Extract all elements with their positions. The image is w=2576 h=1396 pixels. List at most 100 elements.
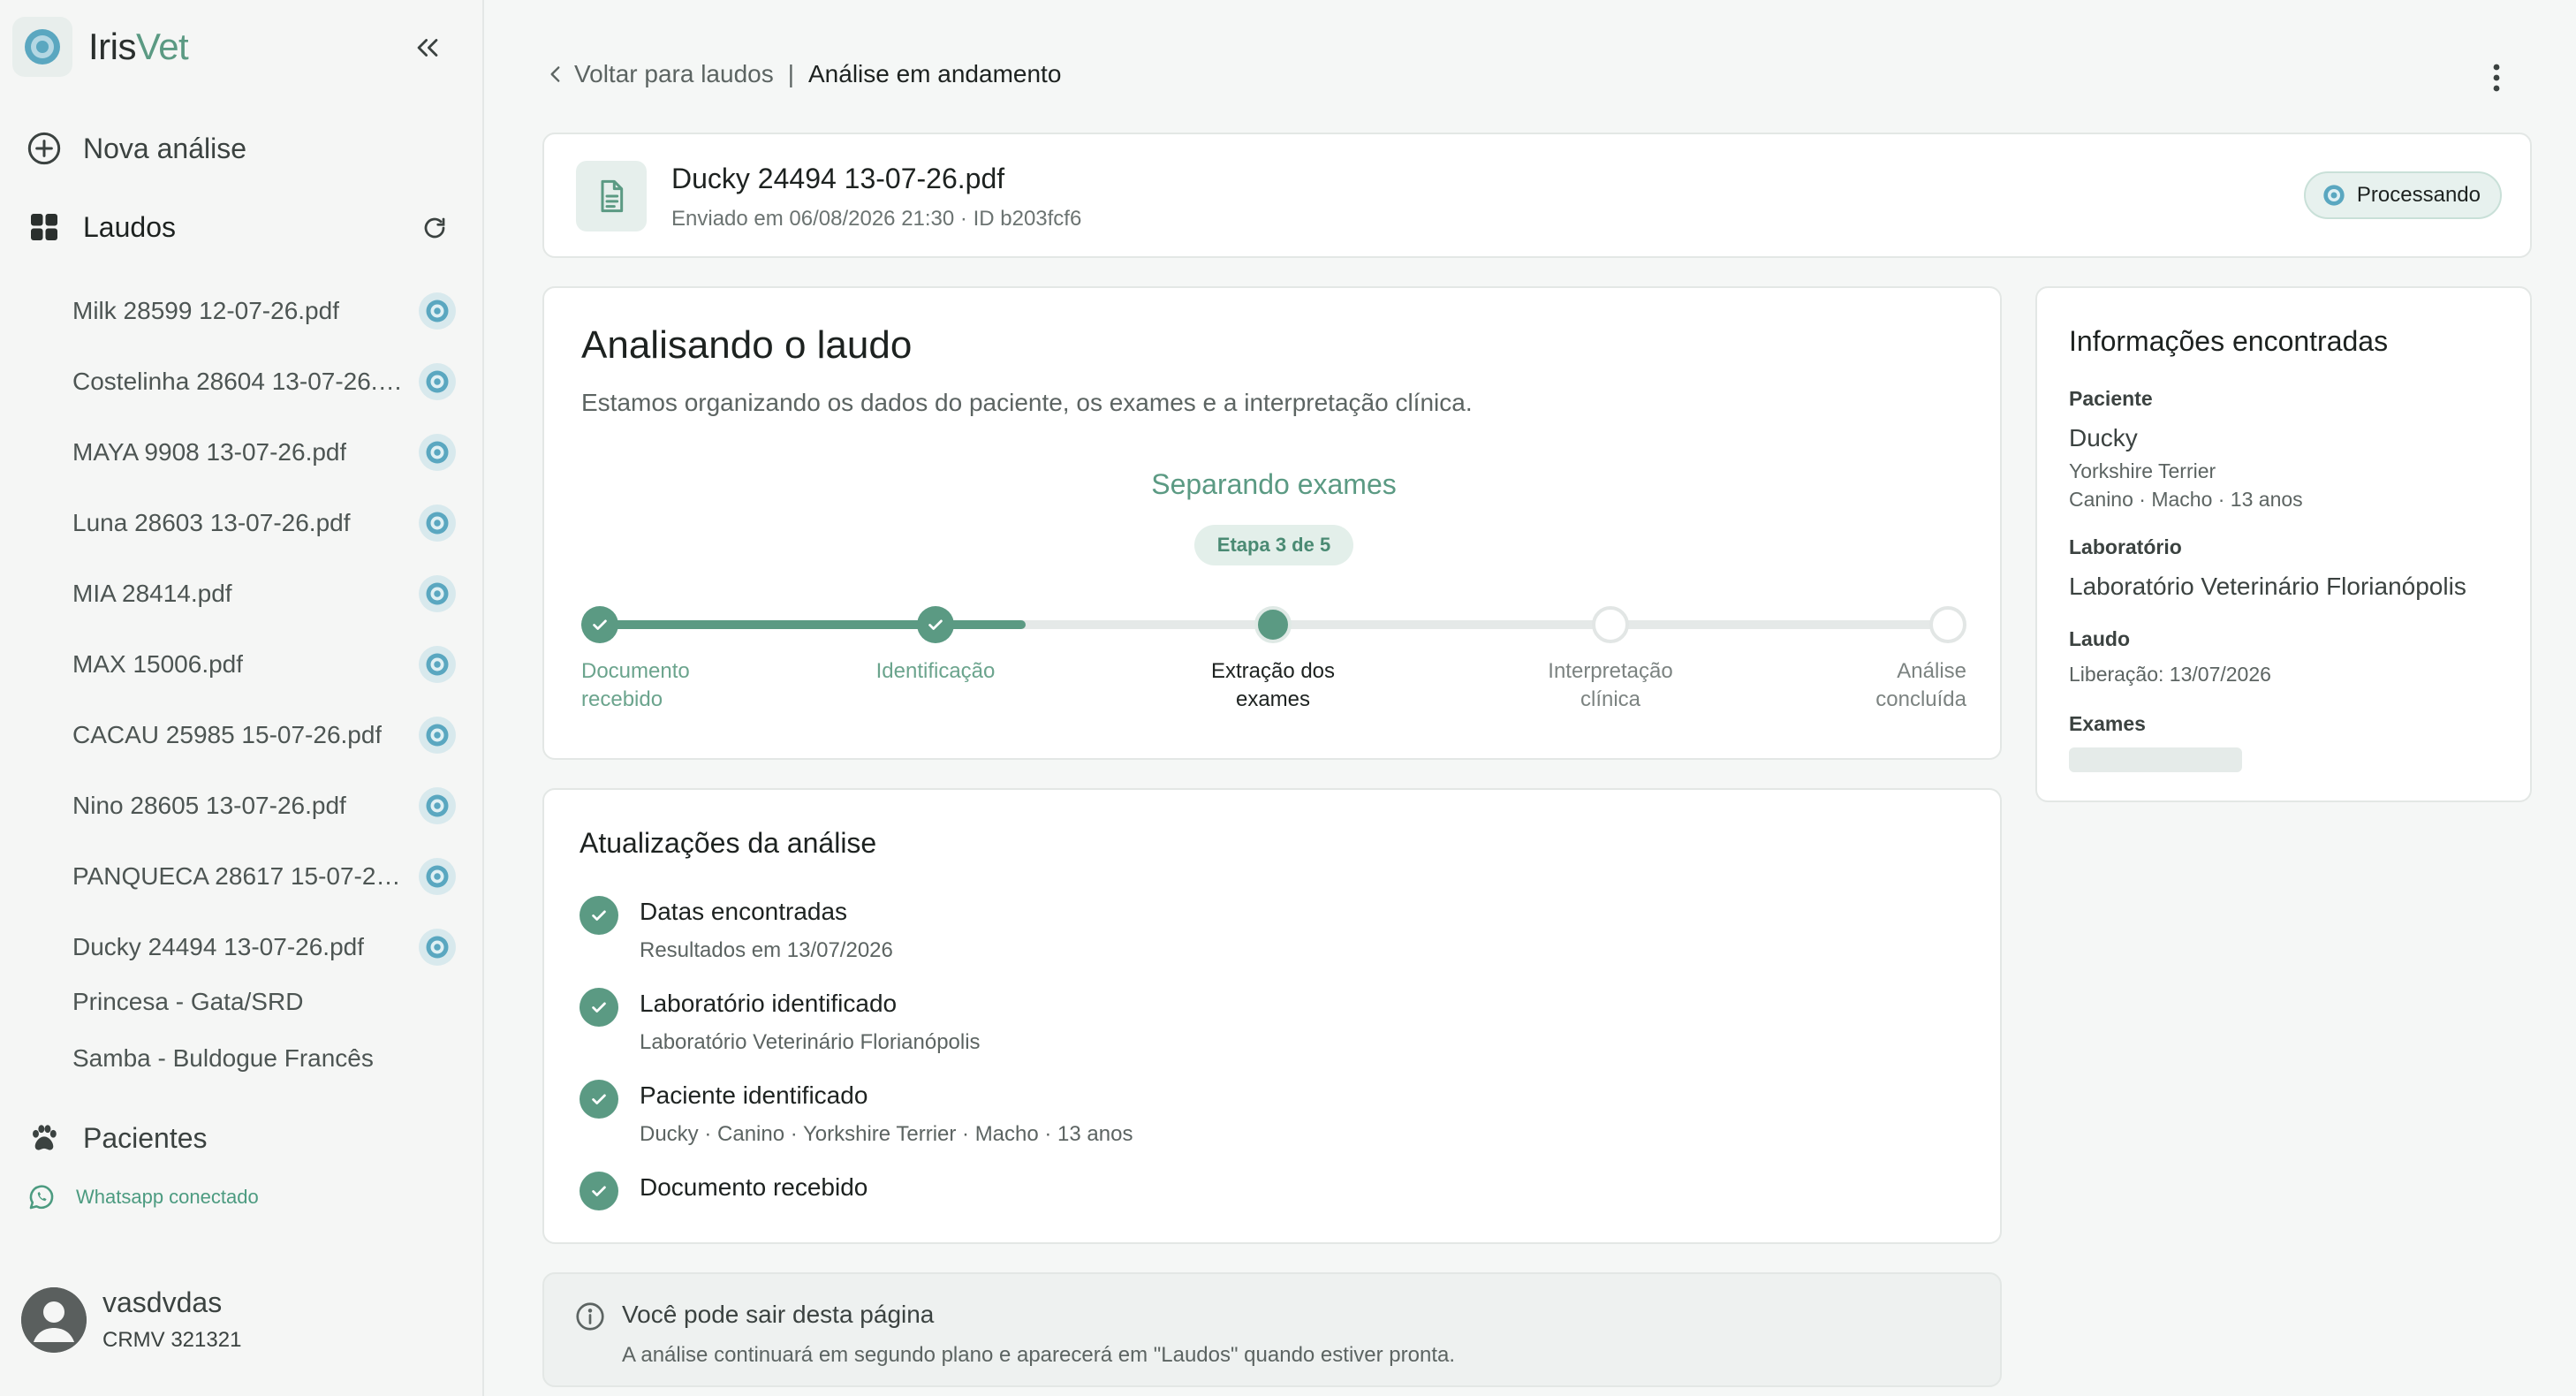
current-step-name: Separando exames	[1151, 468, 1397, 500]
processing-icon	[419, 717, 456, 754]
whatsapp-status[interactable]: Whatsapp conectado	[27, 1182, 259, 1212]
nav-laudos[interactable]: Laudos	[25, 208, 176, 247]
laudo-name: PANQUECA 28617 15-07-26.pdf	[72, 862, 405, 890]
step-node-identificacao	[917, 606, 954, 643]
logo[interactable]: IrisVet	[12, 16, 189, 78]
more-options-button[interactable]	[2477, 58, 2516, 97]
collapse-sidebar-button[interactable]	[408, 28, 447, 67]
laudo-name: MAX 15006.pdf	[72, 650, 244, 678]
laudo-name: Luna 28603 13-07-26.pdf	[72, 509, 351, 536]
laudo-name: Nino 28605 13-07-26.pdf	[72, 792, 346, 819]
update-detail: Resultados em 13/07/2026	[640, 938, 893, 962]
analysis-subtitle: Estamos organizando os dados do paciente…	[581, 389, 1473, 416]
updates-title: Atualizações da análise	[580, 827, 877, 859]
file-card: Ducky 24494 13-07-26.pdf Enviado em 06/0…	[542, 133, 2532, 258]
new-analysis-label: Nova análise	[83, 132, 246, 164]
step-node-interpretacao	[1592, 606, 1629, 643]
user-name: vasdvdas	[102, 1286, 223, 1318]
laudo-item[interactable]: Costelinha 28604 13-07-26.pdf	[0, 346, 484, 417]
step-node-extracao	[1254, 606, 1292, 643]
update-detail: Laboratório Veterinário Florianópolis	[640, 1030, 981, 1054]
notice-text: A análise continuará em segundo plano e …	[622, 1343, 1456, 1367]
info-icon	[576, 1302, 604, 1331]
laudo-name: MIA 28414.pdf	[72, 580, 232, 607]
sidebar: IrisVet Nova análise Laudos Milk 28599 1…	[0, 0, 484, 1396]
laudo-name: Ducky 24494 13-07-26.pdf	[72, 933, 364, 960]
back-label: Voltar para laudos	[574, 60, 774, 87]
laudo-name: MAYA 9908 13-07-26.pdf	[72, 438, 347, 466]
analysis-updates-card: Atualizações da análise Datas encontrada…	[542, 788, 2002, 1244]
breadcrumb: Voltar para laudos | Análise em andament…	[544, 60, 1061, 88]
processing-icon	[419, 575, 456, 612]
check-icon	[593, 619, 607, 630]
laudo-item[interactable]: Ducky 24494 13-07-26.pdf	[0, 912, 484, 983]
update-title: Documento recebido	[640, 1173, 868, 1201]
vertical-dots-icon	[2493, 64, 2500, 92]
progress-fill	[581, 620, 1027, 629]
laudo-item[interactable]: MAYA 9908 13-07-26.pdf	[0, 417, 484, 488]
back-to-laudos-link[interactable]: Voltar para laudos	[544, 60, 774, 88]
avatar	[21, 1286, 87, 1353]
file-subtitle: Enviado em 06/08/2026 21:30 · ID b203fcf…	[671, 207, 1082, 231]
processing-icon	[419, 292, 456, 330]
lab-name: Laboratório Veterinário Florianópolis	[2069, 573, 2466, 600]
user-crmv: CRMV 321321	[102, 1328, 242, 1352]
chevron-left-icon	[550, 66, 560, 82]
patient-details: Canino · Macho · 13 anos	[2069, 488, 2303, 511]
step-node-concluida	[1929, 606, 1966, 643]
notice-title: Você pode sair desta página	[622, 1301, 935, 1328]
nav-pacientes[interactable]: Pacientes	[25, 1119, 208, 1157]
laudo-item[interactable]: MIA 28414.pdf	[0, 558, 484, 629]
check-icon	[580, 896, 618, 935]
step-label: Extração dos exames	[1210, 659, 1336, 711]
update-title: Paciente identificado	[640, 1081, 868, 1109]
background-notice: Você pode sair desta página A análise co…	[542, 1272, 2002, 1387]
user-profile[interactable]: vasdvdas CRMV 321321	[21, 1286, 241, 1353]
processing-icon	[419, 434, 456, 471]
patient-name: Ducky	[2069, 424, 2138, 451]
found-info-card: Informações encontradas Paciente Ducky Y…	[2035, 286, 2532, 802]
update-title: Laboratório identificado	[640, 990, 898, 1017]
patient-item[interactable]: Samba - Buldogue Francês	[72, 1044, 374, 1073]
exams-loading-skeleton	[2069, 747, 2242, 772]
laudos-list: Milk 28599 12-07-26.pdf Costelinha 28604…	[0, 276, 484, 983]
double-chevron-left-icon	[417, 39, 438, 57]
step-label: Interpretação clínica	[1548, 659, 1673, 711]
check-icon	[580, 1172, 618, 1210]
laudo-item[interactable]: MAX 15006.pdf	[0, 629, 484, 700]
refresh-laudos-button[interactable]	[415, 209, 454, 247]
breadcrumb-current: Análise em andamento	[808, 60, 1062, 87]
laudo-item[interactable]: PANQUECA 28617 15-07-26.pdf	[0, 841, 484, 912]
laudo-name: CACAU 25985 15-07-26.pdf	[72, 721, 383, 748]
patient-item[interactable]: Princesa - Gata/SRD	[72, 988, 303, 1016]
laudo-name: Costelinha 28604 13-07-26.pdf	[72, 368, 405, 395]
processing-icon	[419, 929, 456, 966]
grid-icon	[25, 208, 64, 247]
laudo-item[interactable]: CACAU 25985 15-07-26.pdf	[0, 700, 484, 770]
processing-icon	[2323, 185, 2345, 206]
patient-breed: Yorkshire Terrier	[2069, 459, 2216, 482]
step-badge: Etapa 3 de 5	[1194, 525, 1353, 565]
laudo-item[interactable]: Milk 28599 12-07-26.pdf	[0, 276, 484, 346]
whatsapp-icon	[29, 1185, 54, 1210]
step-label: Identificação	[875, 659, 996, 683]
document-icon	[576, 161, 647, 231]
processing-icon	[419, 787, 456, 824]
plus-circle-icon	[25, 129, 64, 168]
analysis-progress-card: Analisando o laudo Estamos organizando o…	[542, 286, 2002, 760]
check-icon	[928, 619, 943, 630]
analysis-title: Analisando o laudo	[581, 323, 913, 367]
processing-icon	[419, 363, 456, 400]
new-analysis-button[interactable]: Nova análise	[25, 129, 246, 168]
check-icon	[580, 988, 618, 1027]
refresh-icon	[424, 217, 445, 239]
laudo-item[interactable]: Luna 28603 13-07-26.pdf	[0, 488, 484, 558]
update-detail: Ducky · Canino · Yorkshire Terrier · Mac…	[640, 1122, 1133, 1146]
app-name: IrisVet	[88, 26, 189, 67]
step-node-documento	[581, 606, 618, 643]
found-title: Informações encontradas	[2069, 325, 2389, 357]
exams-label: Exames	[2069, 712, 2146, 735]
processing-icon	[419, 646, 456, 683]
laudo-item[interactable]: Nino 28605 13-07-26.pdf	[0, 770, 484, 841]
whatsapp-label: Whatsapp conectado	[76, 1186, 259, 1208]
